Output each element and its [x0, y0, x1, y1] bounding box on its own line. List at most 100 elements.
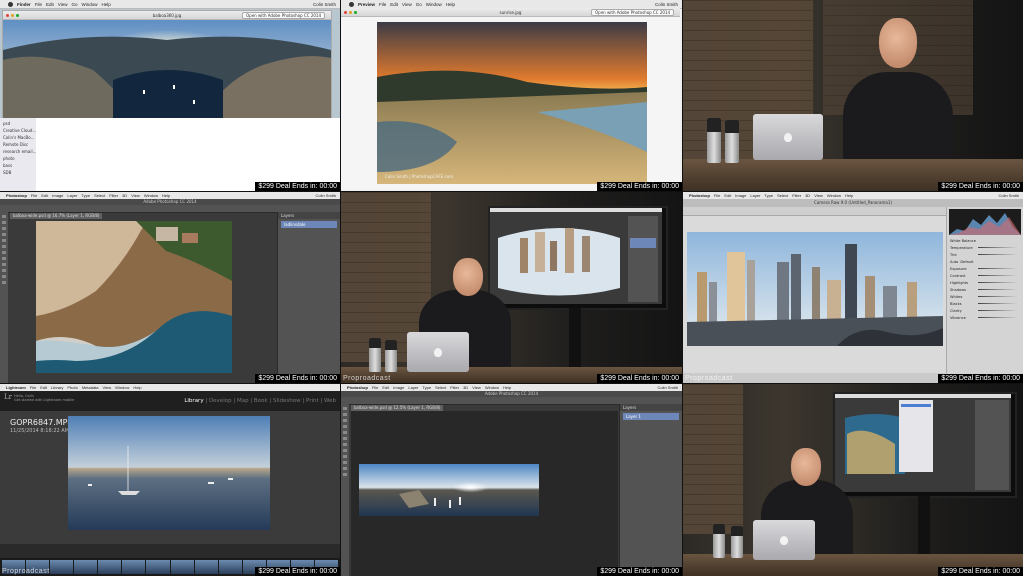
window-controls[interactable]	[341, 10, 357, 14]
menu-item[interactable]: Preview	[358, 2, 375, 7]
adjustment-row[interactable]: Whites	[947, 293, 1023, 300]
menu-item[interactable]: 3D	[805, 193, 810, 198]
menu-item[interactable]: Window	[827, 193, 841, 198]
menu-item[interactable]: Edit	[41, 193, 48, 198]
menu-item[interactable]: Help	[845, 193, 853, 198]
tile-finder-panorama[interactable]: Finder File Edit View Go Window Help Col…	[0, 0, 340, 191]
sidebar-item[interactable]: bass	[0, 162, 36, 169]
menu-item[interactable]: File	[31, 193, 37, 198]
lightroom-mobile-prompt[interactable]: Hello, Colin Get started with Lightroom m…	[14, 394, 74, 402]
menu-item[interactable]: View	[814, 193, 823, 198]
menu-item[interactable]: Help	[133, 385, 141, 390]
menu-item[interactable]: Photoshop	[6, 193, 27, 198]
sidebar-item[interactable]: photo	[0, 155, 36, 162]
layers-panel[interactable]: Layers ladlinsdale	[277, 212, 340, 383]
menu-item[interactable]: Photoshop	[689, 193, 710, 198]
menu-item[interactable]: Finder	[17, 2, 31, 7]
menu-item[interactable]: Type	[764, 193, 773, 198]
tile-presenter-studio[interactable]: $299 Deal Ends in: 00:00	[683, 0, 1023, 191]
menu-item[interactable]: Go	[416, 2, 422, 7]
menu-item[interactable]: Type	[81, 193, 90, 198]
menu-item[interactable]: View	[103, 385, 112, 390]
module-slideshow[interactable]: Slideshow	[273, 398, 301, 404]
menu-item[interactable]: Layer	[750, 193, 760, 198]
sidebar-item[interactable]: psd	[0, 120, 36, 127]
adjustment-row[interactable]: Tint	[947, 251, 1023, 258]
menu-item[interactable]: Library	[51, 385, 63, 390]
menu-item[interactable]: Layer	[408, 385, 418, 390]
menu-item[interactable]: Select	[94, 193, 105, 198]
sidebar-item[interactable]: Remote Disc	[0, 141, 36, 148]
module-map[interactable]: Map	[237, 398, 249, 404]
menu-item[interactable]: Photoshop	[347, 385, 368, 390]
menu-item[interactable]: Help	[162, 193, 170, 198]
module-book[interactable]: Book	[254, 398, 268, 404]
menu-item[interactable]: Edit	[46, 2, 54, 7]
open-with-photoshop-button[interactable]: Open with Adobe Photoshop CC 2014	[242, 11, 325, 19]
menu-item[interactable]: Select	[777, 193, 788, 198]
module-develop[interactable]: Develop	[209, 398, 232, 404]
module-library[interactable]: Library	[184, 398, 203, 404]
adjustment-row[interactable]: Shadows	[947, 286, 1023, 293]
menu-item[interactable]: Go	[71, 2, 77, 7]
menu-item[interactable]: File	[30, 385, 36, 390]
adjustment-row[interactable]: Clarity	[947, 307, 1023, 314]
menu-item[interactable]: Window	[115, 385, 129, 390]
adjustment-row[interactable]: Highlights	[947, 279, 1023, 286]
menu-item[interactable]: File	[372, 385, 378, 390]
menu-item[interactable]: Window	[426, 2, 442, 7]
layer-row[interactable]: ladlinsdale	[281, 221, 337, 228]
adjustment-row[interactable]: Temperature	[947, 244, 1023, 251]
menu-item[interactable]: Image	[393, 385, 404, 390]
menu-item[interactable]: Window	[485, 385, 499, 390]
menu-item[interactable]: Edit	[382, 385, 389, 390]
auto-link[interactable]: Auto	[950, 260, 958, 264]
auto-default-links[interactable]: Auto Default	[947, 258, 1023, 265]
menu-item[interactable]: View	[58, 2, 68, 7]
menu-item[interactable]: View	[131, 193, 140, 198]
menu-item[interactable]: Metadata	[82, 385, 99, 390]
document-tab[interactable]: balboa-wide.psd @ 16.7% (Layer 1, RGB/8)	[10, 213, 103, 219]
menu-item[interactable]: Filter	[792, 193, 801, 198]
menu-item[interactable]: File	[379, 2, 386, 7]
menu-item[interactable]: Image	[52, 193, 63, 198]
menu-item[interactable]: View	[472, 385, 481, 390]
default-link[interactable]: Default	[960, 260, 973, 264]
menu-item[interactable]: Lightroom	[6, 385, 26, 390]
tile-camera-raw[interactable]: Photoshop File Edit Image Layer Type Sel…	[683, 192, 1023, 383]
tools-panel[interactable]	[341, 404, 349, 576]
preview-window[interactable]: sunrise.jpg Open with Adobe Photoshop CC…	[341, 8, 680, 190]
adjustments-panel[interactable]: White Balance Temperature Tint Auto Defau…	[946, 207, 1023, 383]
tile-preview-sunrise[interactable]: Preview File Edit View Go Window Help Co…	[341, 0, 682, 191]
layers-panel[interactable]: Layers Layer 1	[619, 404, 682, 576]
preview-window[interactable]: balboa360.jpg Open with Adobe Photoshop …	[2, 10, 332, 118]
menu-item[interactable]: Edit	[40, 385, 47, 390]
menu-item[interactable]: Photo	[67, 385, 77, 390]
menu-item[interactable]: Help	[446, 2, 455, 7]
tile-photoshop-panorama[interactable]: Photoshop File Edit Image Layer Type Sel…	[341, 384, 682, 576]
sidebar-item[interactable]: Colin's MacBo...	[0, 134, 36, 141]
menu-item[interactable]: Filter	[109, 193, 118, 198]
menu-item[interactable]: Type	[422, 385, 431, 390]
tile-presenter-desk[interactable]: $299 Deal Ends in: 00:00	[683, 384, 1023, 576]
adjustment-row[interactable]: Exposure	[947, 265, 1023, 272]
menu-item[interactable]: View	[402, 2, 412, 7]
adjustment-row[interactable]: Contrast	[947, 272, 1023, 279]
menu-item[interactable]: Window	[144, 193, 158, 198]
tile-presenter-monitor[interactable]: Proproadcast $299 Deal Ends in: 00:00	[341, 192, 682, 383]
tile-lightroom[interactable]: Lightroom File Edit Library Photo Metada…	[0, 384, 340, 576]
tile-photoshop-aerial[interactable]: Photoshop File Edit Image Layer Type Sel…	[0, 192, 340, 383]
adjustment-row[interactable]: Blacks	[947, 300, 1023, 307]
menu-item[interactable]: 3D	[122, 193, 127, 198]
module-web[interactable]: Web	[324, 398, 336, 404]
open-with-photoshop-button[interactable]: Open with Adobe Photoshop CC 2014	[591, 8, 674, 16]
menu-item[interactable]: Layer	[67, 193, 77, 198]
menu-item[interactable]: Filter	[450, 385, 459, 390]
harbor-video-frame[interactable]	[68, 416, 270, 530]
module-picker[interactable]: Library | Develop | Map | Book | Slidesh…	[184, 398, 336, 404]
window-controls[interactable]	[3, 13, 19, 17]
menu-item[interactable]: Select	[435, 385, 446, 390]
menu-item[interactable]: Edit	[390, 2, 398, 7]
layer-row[interactable]: Layer 1	[623, 413, 679, 420]
menu-item[interactable]: 3D	[463, 385, 468, 390]
